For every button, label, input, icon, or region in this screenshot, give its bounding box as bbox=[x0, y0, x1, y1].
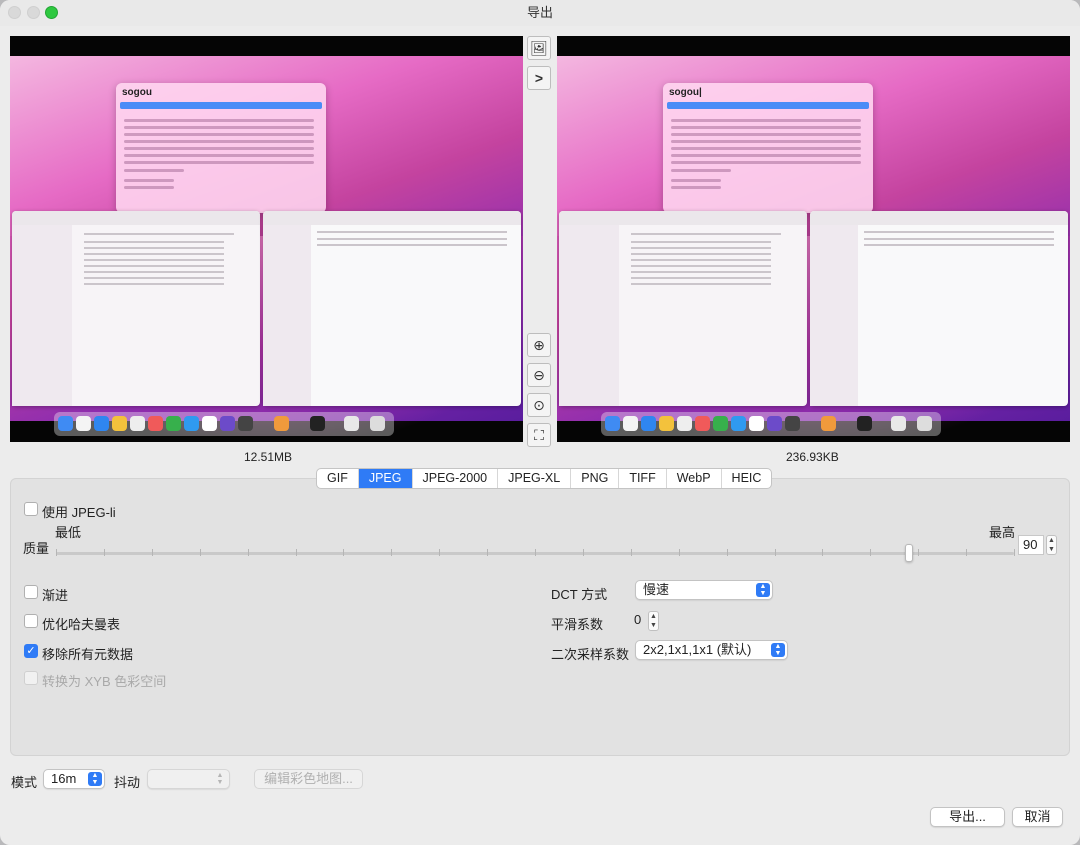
mode-select[interactable]: 16m ▲ ▼ bbox=[43, 769, 105, 789]
image-icon-button[interactable]: 🖼 bbox=[527, 36, 551, 60]
zoom-window-button[interactable] bbox=[45, 6, 58, 19]
slider-tick bbox=[966, 549, 967, 556]
slider-tick bbox=[535, 549, 536, 556]
slider-tick bbox=[1014, 549, 1015, 556]
slider-tick bbox=[343, 549, 344, 556]
slider-tick bbox=[104, 549, 105, 556]
slider-tick bbox=[583, 549, 584, 556]
optimize-huffman-checkbox[interactable] bbox=[24, 614, 38, 628]
subsampling-label: 二次采样系数 bbox=[551, 647, 630, 662]
progressive-checkbox[interactable] bbox=[24, 585, 38, 599]
dct-method-label: DCT 方式 bbox=[551, 587, 608, 602]
optimize-huffman-label: 优化哈夫曼表 bbox=[42, 617, 121, 632]
spotlight-window: sogou bbox=[116, 83, 326, 213]
progressive-label: 渐进 bbox=[42, 588, 69, 603]
finder-window-thumbnail bbox=[12, 211, 260, 406]
strip-metadata-label: 移除所有元数据 bbox=[42, 647, 134, 662]
tab-tiff[interactable]: TIFF bbox=[619, 469, 667, 488]
zoom-in-button[interactable]: ⊕ bbox=[527, 333, 551, 357]
slider-tick bbox=[439, 549, 440, 556]
export-button[interactable]: 导出... bbox=[930, 807, 1005, 827]
format-segmented-control: GIF JPEG JPEG-2000 JPEG-XL PNG TIFF WebP… bbox=[316, 468, 773, 489]
next-arrow-button[interactable]: > bbox=[527, 66, 551, 90]
mode-value: 16m bbox=[51, 771, 77, 786]
slider-tick bbox=[870, 549, 871, 556]
export-preview[interactable]: sogou| bbox=[557, 36, 1070, 442]
mode-label: 模式 bbox=[11, 775, 38, 790]
slider-tick bbox=[631, 549, 632, 556]
window-title: 导出 bbox=[526, 5, 553, 20]
slider-tick bbox=[727, 549, 728, 556]
quality-value-field[interactable]: 90 bbox=[1018, 535, 1044, 555]
cancel-button[interactable]: 取消 bbox=[1012, 807, 1063, 827]
slider-tick bbox=[775, 549, 776, 556]
subsampling-value: 2x2,1x1,1x1 (默认) bbox=[643, 642, 752, 657]
fit-to-window-button[interactable]: ⛶ bbox=[527, 423, 551, 447]
slider-tick bbox=[679, 549, 680, 556]
smoothing-value-field[interactable]: 0 bbox=[630, 611, 644, 631]
tab-webp[interactable]: WebP bbox=[667, 469, 722, 488]
slider-tick bbox=[822, 549, 823, 556]
tab-gif[interactable]: GIF bbox=[317, 469, 359, 488]
dither-select: ▲ ▼ bbox=[147, 769, 230, 789]
spotlight-query: sogou bbox=[122, 87, 152, 98]
original-size-label: 12.51MB bbox=[244, 450, 293, 464]
slider-tick bbox=[918, 549, 919, 556]
spotlight-window: sogou| bbox=[663, 83, 873, 213]
chevron-updown-icon: ▲ ▼ bbox=[88, 772, 102, 786]
quality-slider-knob[interactable] bbox=[905, 544, 913, 562]
chevron-updown-icon: ▲ ▼ bbox=[216, 772, 224, 786]
tab-jpeg-2000[interactable]: JPEG-2000 bbox=[413, 469, 499, 488]
export-window: 导出 sogou 🖼 > ⊕ ⊖ ⊙ ⛶ sogou| 12.51MB 236.… bbox=[0, 0, 1080, 845]
actual-size-button[interactable]: ⊙ bbox=[527, 393, 551, 417]
close-window-button[interactable] bbox=[8, 6, 21, 19]
chevron-updown-icon: ▲ ▼ bbox=[771, 643, 785, 657]
subsampling-select[interactable]: 2x2,1x1,1x1 (默认) ▲ ▼ bbox=[635, 640, 788, 660]
dock-thumbnail bbox=[54, 412, 394, 436]
find-window-thumbnail bbox=[263, 211, 521, 406]
find-window-thumbnail bbox=[810, 211, 1068, 406]
slider-tick bbox=[296, 549, 297, 556]
slider-tick bbox=[248, 549, 249, 556]
dither-label: 抖动 bbox=[114, 775, 141, 790]
xyb-colorspace-label: 转换为 XYB 色彩空间 bbox=[42, 674, 167, 689]
title-bar: 导出 bbox=[0, 0, 1080, 26]
wallpaper-image: sogou bbox=[10, 56, 523, 436]
smoothing-label: 平滑系数 bbox=[551, 617, 604, 632]
tab-png[interactable]: PNG bbox=[571, 469, 620, 488]
wallpaper-image: sogou| bbox=[557, 56, 1070, 436]
tab-jpeg-xl[interactable]: JPEG-XL bbox=[498, 469, 572, 488]
finder-window-thumbnail bbox=[559, 211, 807, 406]
zoom-out-button[interactable]: ⊖ bbox=[527, 363, 551, 387]
dct-method-value: 慢速 bbox=[643, 582, 670, 597]
slider-tick bbox=[487, 549, 488, 556]
minimize-window-button[interactable] bbox=[27, 6, 40, 19]
dock-thumbnail bbox=[601, 412, 941, 436]
spotlight-query: sogou| bbox=[669, 87, 702, 98]
slider-tick bbox=[56, 549, 57, 556]
export-size-label: 236.93KB bbox=[786, 450, 839, 464]
chevron-updown-icon: ▲ ▼ bbox=[756, 583, 770, 597]
use-jpegli-label: 使用 JPEG-li bbox=[42, 505, 116, 520]
slider-tick bbox=[391, 549, 392, 556]
slider-tick bbox=[152, 549, 153, 556]
slider-tick bbox=[200, 549, 201, 556]
jpeg-options-panel bbox=[10, 478, 1070, 756]
xyb-colorspace-checkbox bbox=[24, 671, 38, 685]
quality-max-label: 最高 bbox=[989, 525, 1016, 540]
quality-min-label: 最低 bbox=[55, 525, 82, 540]
quality-stepper[interactable]: ▲ ▼ bbox=[1046, 535, 1057, 555]
dct-method-select[interactable]: 慢速 ▲ ▼ bbox=[635, 580, 773, 600]
smoothing-stepper[interactable]: ▲ ▼ bbox=[648, 611, 659, 631]
original-preview[interactable]: sogou bbox=[10, 36, 523, 442]
edit-colormap-button: 编辑彩色地图... bbox=[254, 769, 363, 789]
tab-jpeg[interactable]: JPEG bbox=[358, 469, 413, 488]
quality-label: 质量 bbox=[23, 541, 50, 556]
tab-heic[interactable]: HEIC bbox=[722, 469, 772, 488]
strip-metadata-checkbox[interactable]: ✓ bbox=[24, 644, 38, 658]
use-jpegli-checkbox[interactable] bbox=[24, 502, 38, 516]
